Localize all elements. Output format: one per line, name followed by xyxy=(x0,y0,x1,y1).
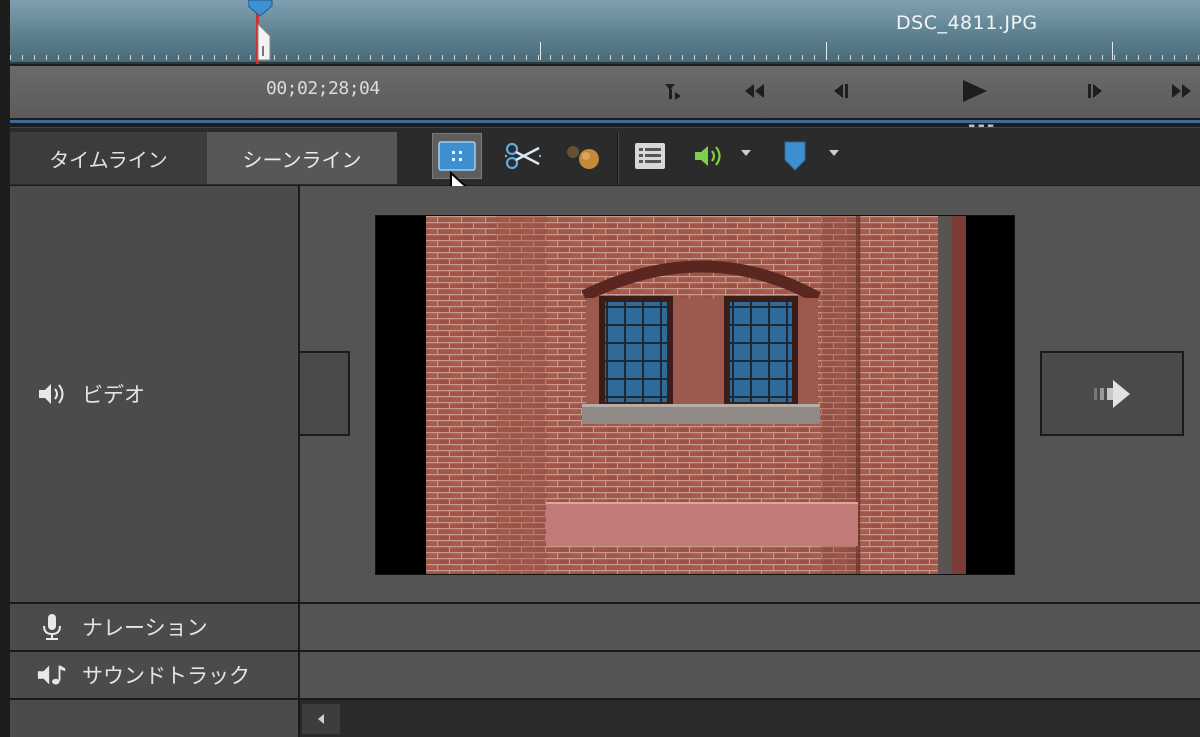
fast-forward-icon xyxy=(1172,84,1191,98)
track-label-soundtrack: サウンドトラック xyxy=(82,664,250,688)
split-clip-button[interactable] xyxy=(498,133,548,179)
speaker-music-icon xyxy=(36,661,68,689)
scene-toolbar: タイムライン シーンライン xyxy=(10,127,1200,213)
soundtrack-lane[interactable] xyxy=(300,652,1200,698)
scissors-icon xyxy=(504,142,542,170)
track-header-soundtrack[interactable]: サウンドトラック xyxy=(10,652,298,698)
video-lane[interactable] xyxy=(300,186,1200,602)
clip-name: DSC_4811.JPG xyxy=(896,12,1038,34)
fast-forward-button[interactable] xyxy=(1164,76,1198,106)
track-area: ビデオ ナレーション サウンドトラック xyxy=(10,186,1200,737)
speaker-icon xyxy=(695,146,721,166)
effects-icon xyxy=(567,146,599,169)
ruler-major-tick xyxy=(540,42,541,60)
track-header-video[interactable]: ビデオ xyxy=(10,186,298,602)
tab-timeline[interactable]: タイムライン xyxy=(10,132,207,184)
step-forward-icon xyxy=(1088,84,1102,98)
ruler-major-tick xyxy=(1112,42,1113,60)
timecode: 00;02;28;04 xyxy=(266,78,380,99)
brick-building-photo xyxy=(426,216,966,574)
set-in-button[interactable] xyxy=(656,76,690,106)
tab-sceneline[interactable]: シーンライン xyxy=(207,132,397,184)
timeline-ruler[interactable]: DSC_4811.JPG xyxy=(10,0,1200,64)
track-label-video: ビデオ xyxy=(82,383,145,407)
ruler-ticks xyxy=(10,44,1200,60)
track-header-spacer xyxy=(10,700,298,737)
horizontal-scrollbar[interactable] xyxy=(300,700,1200,737)
marker-icon xyxy=(784,141,806,171)
list-icon xyxy=(635,143,665,169)
set-in-icon xyxy=(665,84,681,100)
marker-button[interactable] xyxy=(774,133,816,179)
rewind-button[interactable] xyxy=(738,76,772,106)
audio-dropdown[interactable] xyxy=(741,150,751,156)
play-icon xyxy=(963,80,987,102)
previous-scene-thumbnail[interactable] xyxy=(300,351,350,436)
speaker-icon xyxy=(36,380,68,408)
toolbar-separator xyxy=(617,132,619,184)
play-button[interactable] xyxy=(954,76,994,106)
transport-bar: 00;02;28;04 xyxy=(10,66,1200,118)
marker-dropdown[interactable] xyxy=(829,150,839,156)
microphone-icon xyxy=(36,613,68,641)
effects-button[interactable] xyxy=(558,133,608,179)
smart-fit-icon xyxy=(438,141,476,171)
clip-list-button[interactable] xyxy=(628,133,672,179)
narration-lane[interactable] xyxy=(300,604,1200,650)
step-back-button[interactable] xyxy=(824,76,858,106)
ruler-major-tick xyxy=(826,42,827,60)
chevron-left-icon xyxy=(318,714,324,724)
audio-button[interactable] xyxy=(686,133,732,179)
track-label-narration: ナレーション xyxy=(82,616,208,640)
step-back-icon xyxy=(834,84,848,98)
playhead[interactable] xyxy=(248,0,280,64)
track-header-narration[interactable]: ナレーション xyxy=(10,604,298,650)
next-scene-thumbnail[interactable] xyxy=(1040,351,1184,436)
step-forward-button[interactable] xyxy=(1078,76,1112,106)
scroll-left-button[interactable] xyxy=(302,704,340,734)
rewind-icon xyxy=(745,84,764,98)
scene-thumbnail[interactable] xyxy=(375,215,1015,575)
arrow-right-icon xyxy=(1094,379,1130,408)
panel-divider xyxy=(10,120,1200,123)
